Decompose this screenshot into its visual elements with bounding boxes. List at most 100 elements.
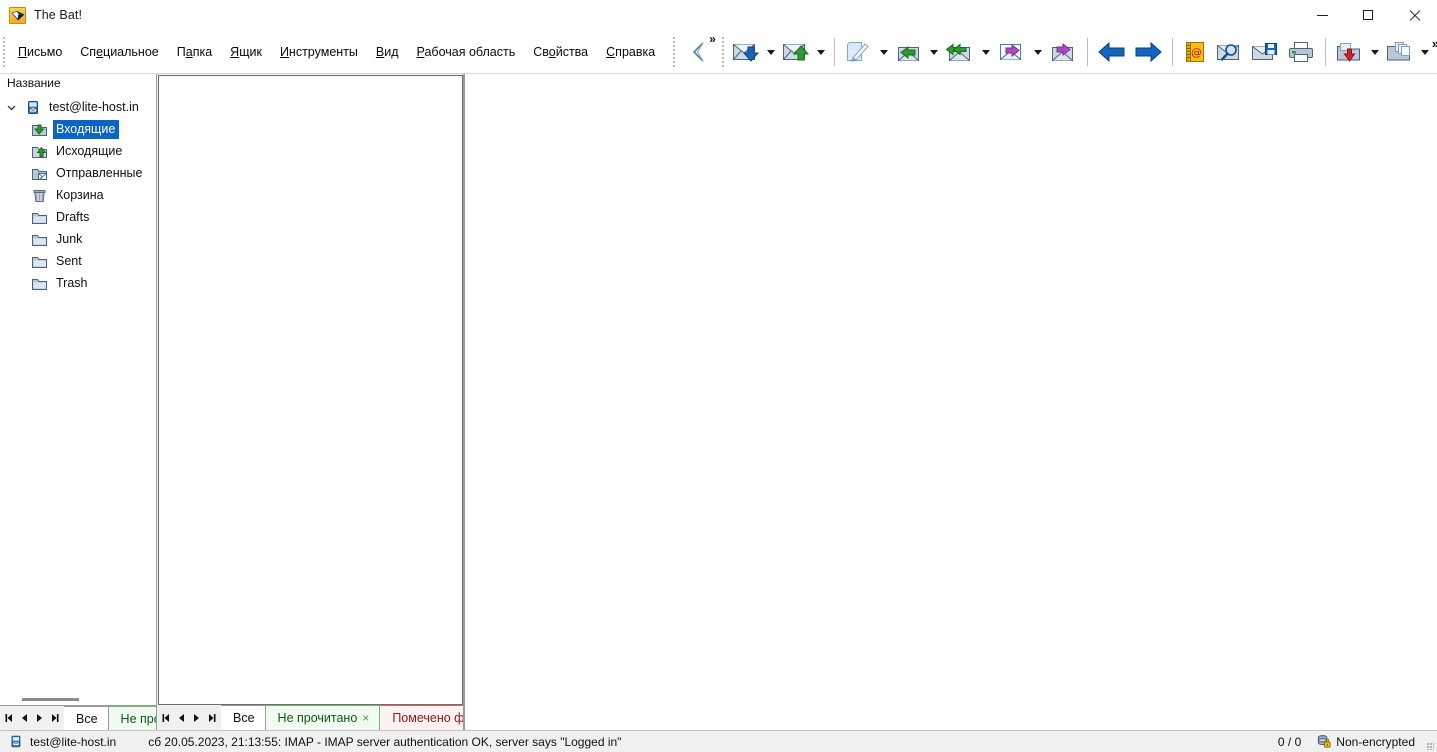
menu-tools[interactable]: Инструменты	[271, 40, 367, 64]
folder-pane: Название test@lite-host.in Входящие Исхо…	[0, 74, 157, 730]
folder-red-up-arrow-icon	[1336, 43, 1360, 62]
find-message-button[interactable]	[1211, 33, 1247, 71]
folder-item-trash-ru[interactable]: Корзина	[0, 184, 156, 206]
folder-pane-header: Название	[0, 74, 156, 93]
toolbar-separator-4	[1324, 38, 1326, 66]
toolbar-separator-3	[1171, 38, 1173, 66]
folder-tree-horizontal-scrollbar[interactable]	[0, 694, 156, 705]
close-button[interactable]	[1391, 0, 1437, 31]
menu-special[interactable]: Специальное	[71, 40, 167, 64]
toolbar-overflow-button[interactable]: »	[1432, 33, 1437, 71]
status-security-cell[interactable]: Non-encrypted	[1309, 731, 1423, 752]
reply-all-button[interactable]	[941, 33, 979, 71]
folder-tab-prev-button[interactable]	[17, 707, 32, 730]
resize-grip[interactable]	[1423, 731, 1437, 752]
database-lock-icon	[1318, 735, 1331, 748]
previous-message-button[interactable]	[1094, 33, 1130, 71]
folder-item-outbox[interactable]: Исходящие	[0, 140, 156, 162]
folder-tab-unread[interactable]: Не про	[108, 706, 156, 730]
inbox-folder-icon	[32, 124, 47, 136]
status-counter-label: 0 / 0	[1277, 734, 1302, 749]
menu-properties[interactable]: Свойства	[524, 40, 597, 64]
save-message-button[interactable]	[1247, 33, 1283, 71]
print-button[interactable]	[1283, 33, 1319, 71]
folder-tab-last-button[interactable]	[47, 707, 62, 730]
status-log-cell: сб 20.05.2023, 21:13:55: IMAP - IMAP ser…	[124, 731, 629, 752]
folder-item-junk-label: Junk	[56, 231, 83, 246]
message-tab-unread-label: Не прочитано	[277, 711, 358, 725]
minimize-button[interactable]	[1299, 0, 1345, 31]
sent-folder-icon	[32, 168, 47, 180]
reply-all-dropdown[interactable]	[979, 33, 993, 71]
message-tab-last-button[interactable]	[204, 706, 219, 729]
menu-workspace[interactable]: Рабочая область	[408, 40, 525, 64]
message-preview-pane[interactable]	[464, 74, 1437, 730]
folder-item-junk[interactable]: Junk	[0, 228, 156, 250]
folder-item-inbox-label: Входящие	[53, 119, 120, 139]
new-message-dropdown[interactable]	[877, 33, 891, 71]
toolbar-gripper-2[interactable]	[720, 31, 727, 73]
new-message-button[interactable]	[841, 33, 877, 71]
send-mail-button[interactable]	[778, 33, 814, 71]
move-to-folder-dropdown[interactable]	[1368, 33, 1382, 71]
folder-item-sent[interactable]: Sent	[0, 250, 156, 272]
receive-mail-button[interactable]	[728, 33, 764, 71]
message-tab-all[interactable]: Все	[221, 705, 266, 730]
the-bat-window: The Bat! ППисьмоисьмо Специальное Папка …	[0, 0, 1437, 752]
next-message-button[interactable]	[1130, 33, 1166, 71]
reply-dropdown[interactable]	[927, 33, 941, 71]
folder-item-trash-label: Trash	[56, 275, 88, 290]
folder-tab-all[interactable]: Все	[64, 706, 109, 730]
message-tab-first-button[interactable]	[159, 706, 174, 729]
receive-mail-dropdown[interactable]	[764, 33, 778, 71]
forward-button[interactable]	[993, 33, 1031, 71]
outbox-folder-icon	[32, 146, 47, 158]
copy-to-folder-button[interactable]	[1382, 33, 1418, 71]
message-tab-flagged[interactable]: Помечено фла	[380, 705, 463, 730]
menu-account[interactable]: Ящик	[221, 40, 271, 64]
folder-item-drafts-label: Drafts	[56, 209, 90, 224]
folder-tab-next-button[interactable]	[32, 707, 47, 730]
folder-icon	[32, 234, 47, 246]
folder-item-inbox[interactable]: Входящие	[0, 118, 156, 140]
folder-tab-first-button[interactable]	[2, 707, 17, 730]
send-mail-dropdown[interactable]	[814, 33, 828, 71]
mailbox-status-icon	[11, 735, 21, 748]
message-tab-unread-close-icon[interactable]: ×	[362, 712, 369, 724]
chevron-down-icon[interactable]	[4, 100, 19, 115]
envelope-floppy-icon	[1251, 43, 1277, 60]
copy-to-folder-dropdown[interactable]	[1418, 33, 1432, 71]
menu-message[interactable]: ППисьмоисьмо	[9, 40, 71, 64]
close-icon	[1409, 10, 1420, 21]
maximize-button[interactable]	[1345, 0, 1391, 31]
message-tab-prev-button[interactable]	[174, 706, 189, 729]
toolbar-gripper-1[interactable]	[670, 31, 677, 73]
menu-folder[interactable]: Папка	[168, 40, 221, 64]
back-button[interactable]: »	[677, 31, 720, 73]
minimize-icon	[1316, 14, 1328, 16]
envelope-reply-all-icon	[945, 43, 970, 61]
reply-button[interactable]	[891, 33, 927, 71]
message-tab-all-label: Все	[233, 711, 255, 725]
message-tab-unread[interactable]: Не прочитано ×	[265, 705, 381, 730]
toolbar-separator-1	[833, 38, 835, 66]
status-security-label: Non-encrypted	[1336, 734, 1415, 749]
printer-icon	[1288, 42, 1313, 62]
folder-tree: test@lite-host.in Входящие Исходящие Отп…	[0, 93, 156, 694]
message-tab-next-button[interactable]	[189, 706, 204, 729]
status-counter-cell: 0 / 0	[1270, 731, 1309, 752]
address-book-button[interactable]: @	[1179, 33, 1211, 71]
menu-overflow-chevron-icon[interactable]: »	[709, 33, 716, 45]
tree-account-row[interactable]: test@lite-host.in	[0, 96, 156, 118]
folder-item-drafts[interactable]: Drafts	[0, 206, 156, 228]
menu-view[interactable]: Вид	[367, 40, 408, 64]
forward-dropdown[interactable]	[1031, 33, 1045, 71]
menu-help[interactable]: Справка	[597, 40, 664, 64]
message-list[interactable]	[158, 75, 463, 705]
folder-item-sent-ru[interactable]: Отправленные	[0, 162, 156, 184]
move-to-folder-button[interactable]	[1332, 33, 1368, 71]
redirect-button[interactable]	[1045, 33, 1081, 71]
menubar-gripper[interactable]	[0, 31, 7, 73]
folder-item-trash[interactable]: Trash	[0, 272, 156, 294]
folder-icon	[32, 212, 47, 224]
